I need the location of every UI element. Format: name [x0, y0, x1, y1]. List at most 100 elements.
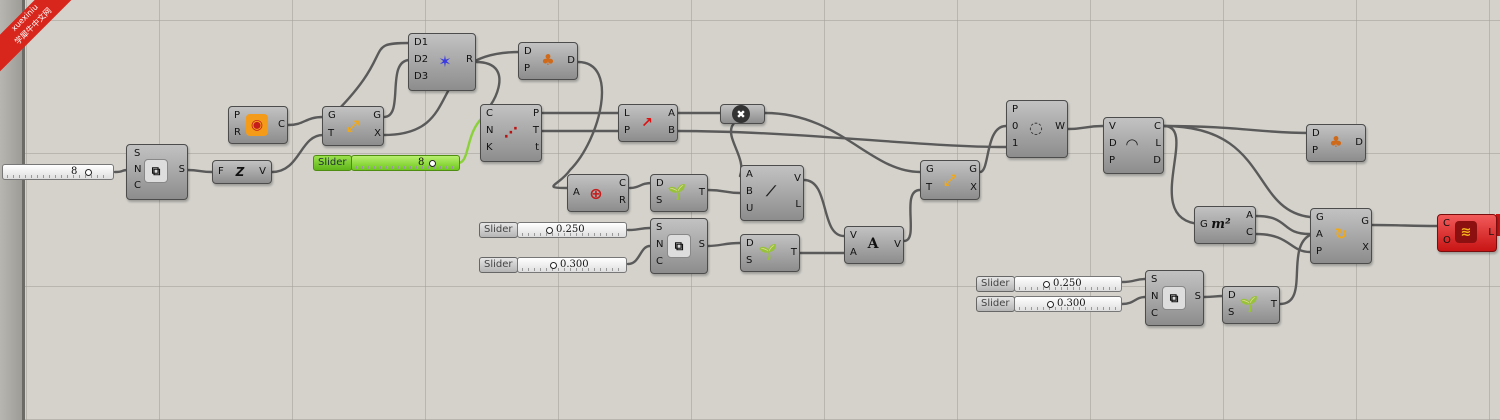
input-t: T — [328, 128, 335, 139]
sprout-icon: 🌱 — [667, 183, 687, 201]
input-d1: D1 — [414, 37, 429, 48]
slider-knob[interactable] — [429, 160, 436, 167]
preview-icon: ≋ — [1455, 221, 1477, 243]
orient-component[interactable]: G A P G X ↻ — [1310, 208, 1372, 264]
expression-icon: Z — [235, 165, 245, 179]
sprout-icon: 🌱 — [758, 243, 778, 261]
series-component-3[interactable]: S N C S ⧉ — [1145, 270, 1204, 326]
input-d: D — [746, 238, 754, 249]
output-c: C — [278, 119, 285, 130]
dice-series-icon: ⧉ — [144, 159, 168, 183]
slider-track[interactable]: 0.300 — [517, 257, 627, 273]
perp-frames-component[interactable]: D P D ♣ — [518, 42, 578, 80]
slider-value: 8 — [418, 157, 425, 168]
evaluate-curve-component-2[interactable]: G T G X ⤢ — [920, 160, 980, 200]
shift-list-component[interactable]: L P A B ↗ — [618, 104, 678, 142]
slider-knob[interactable] — [1043, 281, 1050, 288]
slider-knob[interactable] — [85, 169, 92, 176]
input-p: P — [1312, 145, 1319, 156]
series-component-2[interactable]: S N C S ⧉ — [650, 218, 708, 274]
slider-track[interactable]: 0.250 — [1014, 276, 1122, 292]
input-d: D — [524, 46, 532, 57]
input-s: S — [1151, 274, 1158, 285]
loft-component[interactable]: P 0 1 W ◌ — [1006, 100, 1068, 158]
curve-points-icon: ⋰ — [504, 125, 518, 141]
slider-value: 0.250 — [556, 224, 585, 235]
output-l: L — [1488, 227, 1494, 238]
input-s: S — [134, 148, 141, 159]
number-slider-green[interactable]: Slider 8 — [313, 155, 460, 171]
input-r: R — [234, 127, 241, 138]
input-a: A — [1316, 229, 1323, 240]
output-r: R — [619, 195, 626, 206]
slider-knob[interactable] — [1047, 301, 1054, 308]
vector-display-component[interactable]: D1 D2 D3 R ✶ — [408, 33, 476, 91]
slider-knob[interactable] — [546, 227, 553, 234]
arc-curve-icon: ◠ — [1126, 135, 1138, 153]
line-abu-component[interactable]: A B U V L ⟋ — [740, 165, 804, 221]
series-component[interactable]: S N C S ⧉ — [126, 144, 188, 200]
number-slider-count[interactable]: 8 — [2, 164, 115, 180]
circle-cnr-component[interactable]: A C R ⊕ — [567, 174, 629, 212]
amplitude-component[interactable]: V A V A — [844, 226, 904, 264]
output-t: T — [698, 187, 705, 198]
expression-component[interactable]: F V Z — [212, 160, 272, 184]
area-component[interactable]: G A C m² — [1194, 206, 1256, 244]
input-0: 0 — [1012, 121, 1019, 132]
output-s: S — [178, 164, 185, 175]
circle-component[interactable]: P R C ◉ — [228, 106, 288, 144]
input-g: G — [1316, 212, 1324, 223]
shift-list-icon: ↗ — [641, 115, 653, 131]
cull-component[interactable]: ✖ — [720, 104, 765, 124]
input-d2: D2 — [414, 54, 429, 65]
slider-knob[interactable] — [550, 262, 557, 269]
output-t: T — [790, 247, 797, 258]
custom-preview-component[interactable]: C O L ≋ — [1437, 214, 1497, 252]
number-slider-d[interactable]: Slider 0.300 — [976, 296, 1124, 312]
evaluate-curve-icon: ⤢ — [346, 117, 359, 135]
input-d: D — [1228, 290, 1236, 301]
input-p: P — [1012, 104, 1019, 115]
slider-track[interactable]: 0.250 — [517, 222, 627, 238]
slider-name: Slider — [479, 222, 518, 238]
number-slider-c[interactable]: Slider 0.250 — [976, 276, 1124, 292]
dice-series-icon: ⧉ — [667, 234, 691, 258]
sprout-component-3[interactable]: D S T 🌱 — [1222, 286, 1280, 324]
number-slider-b[interactable]: Slider 0.300 — [479, 257, 629, 273]
cull-icon: ✖ — [732, 105, 750, 123]
output-d: D — [1153, 155, 1161, 166]
input-c: C — [1443, 218, 1450, 229]
output-x: X — [374, 128, 381, 139]
output-x: X — [970, 182, 977, 193]
sprout-component-2[interactable]: D S T 🌱 — [740, 234, 800, 272]
slider-track[interactable]: 8 — [2, 164, 114, 180]
slider-track[interactable]: 0.300 — [1014, 296, 1122, 312]
curve-params-component[interactable]: C N K P T t ⋰ — [480, 104, 542, 162]
number-slider-a[interactable]: Slider 0.250 — [479, 222, 629, 238]
slider-value: 0.300 — [1057, 298, 1086, 309]
area-icon: m² — [1211, 216, 1231, 232]
input-c: C — [486, 108, 493, 119]
output-r: R — [466, 54, 473, 65]
output-b: B — [668, 125, 675, 136]
evaluate-curve-component[interactable]: G T G X ⤢ — [322, 106, 384, 146]
output-t: T — [532, 125, 539, 136]
slider-track[interactable]: 8 — [351, 155, 460, 171]
sprout-component[interactable]: D S T 🌱 — [650, 174, 708, 212]
rotate-icon: ↻ — [1334, 225, 1348, 243]
input-g: G — [926, 164, 934, 175]
input-a: A — [573, 187, 580, 198]
output-g: G — [969, 164, 977, 175]
output-v: V — [894, 239, 901, 250]
input-n: N — [486, 125, 494, 136]
sprout-icon: 🌱 — [1239, 295, 1259, 313]
output-c: C — [1246, 227, 1253, 238]
perp-frames-component-2[interactable]: D P D ♣ — [1306, 124, 1366, 162]
input-p: P — [1316, 246, 1323, 257]
input-p: P — [524, 63, 531, 74]
input-s: S — [656, 222, 663, 233]
curve-cld-component[interactable]: V D P C L D ◠ — [1103, 117, 1164, 174]
output-x: X — [1362, 242, 1369, 253]
input-n: N — [1151, 291, 1159, 302]
input-p: P — [1109, 155, 1116, 166]
